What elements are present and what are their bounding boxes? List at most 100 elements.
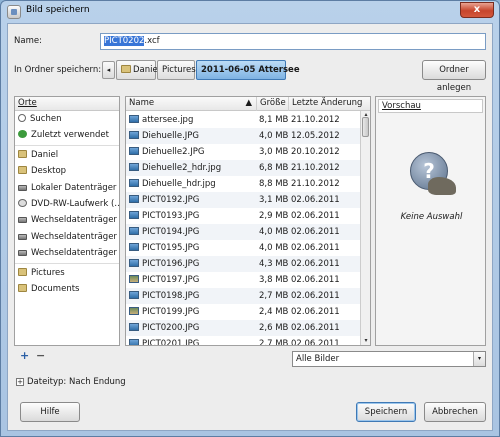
place-documents[interactable]: Documents — [15, 281, 119, 297]
crumb-label: Pictures — [162, 65, 196, 75]
dialog-body: Name: PICT0202.xcf In Ordner speichern: … — [7, 23, 493, 431]
place-dvd-drive[interactable]: DVD-RW-Laufwerk (… — [15, 196, 119, 212]
preview-empty-text: Keine Auswahl — [400, 212, 463, 222]
file-rows: attersee.jpg 8,1 MB 21.10.2012 Diehuelle.JP… — [126, 112, 360, 345]
cancel-button[interactable]: Abbrechen — [424, 402, 486, 422]
title-bar[interactable]: Bild speichern x — [1, 1, 499, 23]
app-icon — [7, 5, 21, 19]
file-list: Name ▲ Größe Letzte Änderung attersee.jpg… — [125, 96, 371, 346]
crumb-current-folder[interactable]: 2011-06-05 Attersee — [196, 60, 300, 80]
file-row[interactable]: PICT0194.JPG 4,0 MB 02.06.2011 — [126, 224, 360, 240]
file-row[interactable]: PICT0200.JPG 2,6 MB 02.06.2011 — [126, 320, 360, 336]
image-file-icon — [129, 147, 139, 155]
file-date: 02.06.2011 — [291, 323, 340, 333]
drive-icon — [18, 217, 27, 224]
save-image-dialog: Bild speichern x Name: PICT0202.xcf In O… — [0, 0, 500, 437]
file-row[interactable]: PICT0201.JPG 2,7 MB 02.06.2011 — [126, 336, 360, 345]
gimp-wilber-icon — [428, 177, 456, 195]
column-size[interactable]: Größe — [257, 97, 289, 111]
file-type-label: Dateityp: Nach Endung — [27, 377, 126, 387]
remove-place-button[interactable]: − — [36, 349, 45, 362]
file-date: 02.06.2011 — [291, 307, 340, 317]
place-label: Desktop — [31, 166, 67, 177]
file-row[interactable]: Diehuelle2_hdr.jpg 6,8 MB 21.10.2012 — [126, 160, 360, 176]
place-removable-1[interactable]: Wechseldatenträger (… — [15, 212, 119, 228]
image-file-icon — [129, 227, 139, 235]
scroll-down-icon[interactable]: ▾ — [361, 337, 370, 345]
preview-header: Vorschau — [378, 99, 483, 113]
file-size: 2,4 MB — [259, 307, 289, 317]
file-row[interactable]: PICT0197.JPG 3,8 MB 02.06.2011 — [126, 272, 360, 288]
place-recent[interactable]: Zuletzt verwendet — [15, 127, 119, 143]
path-back-button[interactable]: ◂ — [102, 61, 115, 79]
file-type-expander[interactable]: + Dateityp: Nach Endung — [16, 377, 126, 387]
file-name: attersee.jpg — [129, 112, 257, 128]
image-file-icon — [129, 195, 139, 203]
places-separator — [15, 262, 119, 264]
file-row[interactable]: PICT0192.JPG 3,1 MB 02.06.2011 — [126, 192, 360, 208]
file-name-text: Diehuelle.JPG — [142, 131, 200, 141]
file-size: 4,0 MB — [259, 131, 289, 141]
file-name: Diehuelle_hdr.jpg — [129, 176, 257, 192]
place-local-disk[interactable]: Lokaler Datenträger (… — [15, 180, 119, 196]
file-list-header: Name ▲ Größe Letzte Änderung — [126, 97, 370, 111]
place-removable-2[interactable]: Wechseldatenträger (… — [15, 229, 119, 245]
file-filter-value: Alle Bilder — [296, 354, 340, 364]
place-pictures[interactable]: Pictures — [15, 265, 119, 281]
add-place-button[interactable]: + — [20, 349, 29, 362]
save-button[interactable]: Speichern — [356, 402, 416, 422]
help-button[interactable]: Hilfe — [20, 402, 80, 422]
create-folder-button[interactable]: Ordner anlegen — [422, 60, 486, 93]
dvd-icon — [18, 198, 27, 207]
file-list-scrollbar[interactable]: ▴ ▾ — [360, 111, 370, 345]
file-row[interactable]: PICT0195.JPG 4,0 MB 02.06.2011 — [126, 240, 360, 256]
file-name-text: PICT0195.JPG — [142, 243, 200, 253]
image-file-icon — [129, 115, 139, 123]
file-row[interactable]: PICT0198.JPG 2,7 MB 02.06.2011 — [126, 288, 360, 304]
close-button[interactable]: x — [460, 2, 494, 18]
places-panel: Orte Suchen Zuletzt verwendet Daniel Des… — [14, 96, 120, 346]
crumb-label: 2011-06-05 Attersee — [201, 65, 300, 75]
file-size: 4,0 MB — [259, 227, 289, 237]
crumb-pictures[interactable]: Pictures — [157, 60, 196, 80]
file-row[interactable]: Diehuelle2.JPG 3,0 MB 20.10.2012 — [126, 144, 360, 160]
folder-icon — [18, 166, 27, 175]
window-title: Bild speichern — [26, 5, 90, 15]
file-name-text: attersee.jpg — [142, 115, 194, 125]
folder-icon — [18, 267, 27, 276]
image-file-icon — [129, 179, 139, 187]
place-daniel[interactable]: Daniel — [15, 147, 119, 163]
column-name-label: Name — [129, 98, 155, 108]
folder-icon — [18, 283, 27, 292]
file-date: 20.10.2012 — [291, 147, 340, 157]
place-label: Wechseldatenträger (… — [31, 215, 119, 226]
file-filter-select[interactable]: Alle Bilder ▾ — [292, 351, 486, 367]
place-desktop[interactable]: Desktop — [15, 163, 119, 179]
places-header-label: Orte — [18, 98, 37, 108]
file-row[interactable]: PICT0199.JPG 2,4 MB 02.06.2011 — [126, 304, 360, 320]
file-name: Diehuelle2.JPG — [129, 144, 257, 160]
file-date: 02.06.2011 — [291, 211, 340, 221]
crumb-daniel[interactable]: Daniel — [116, 60, 160, 80]
file-name-text: PICT0193.JPG — [142, 211, 200, 221]
place-removable-3[interactable]: Wechseldatenträger (… — [15, 245, 119, 261]
file-size: 2,7 MB — [259, 339, 289, 345]
name-input[interactable]: PICT0202.xcf — [100, 33, 486, 50]
column-date[interactable]: Letzte Änderung — [289, 97, 370, 111]
file-name: PICT0200.JPG — [129, 320, 257, 336]
file-name: PICT0197.JPG — [129, 272, 257, 288]
file-name: PICT0198.JPG — [129, 288, 257, 304]
folder-icon — [121, 65, 131, 73]
file-row[interactable]: Diehuelle_hdr.jpg 8,8 MB 21.10.2012 — [126, 176, 360, 192]
file-row[interactable]: PICT0193.JPG 2,9 MB 02.06.2011 — [126, 208, 360, 224]
column-name[interactable]: Name ▲ — [126, 97, 257, 111]
file-name-text: Diehuelle2_hdr.jpg — [142, 163, 222, 173]
file-date: 02.06.2011 — [291, 291, 340, 301]
search-icon — [18, 114, 26, 122]
file-row[interactable]: Diehuelle.JPG 4,0 MB 12.05.2012 — [126, 128, 360, 144]
place-search[interactable]: Suchen — [15, 111, 119, 127]
file-row[interactable]: PICT0196.JPG 4,3 MB 02.06.2011 — [126, 256, 360, 272]
file-size: 2,6 MB — [259, 323, 289, 333]
scroll-thumb[interactable] — [362, 117, 369, 137]
file-row[interactable]: attersee.jpg 8,1 MB 21.10.2012 — [126, 112, 360, 128]
